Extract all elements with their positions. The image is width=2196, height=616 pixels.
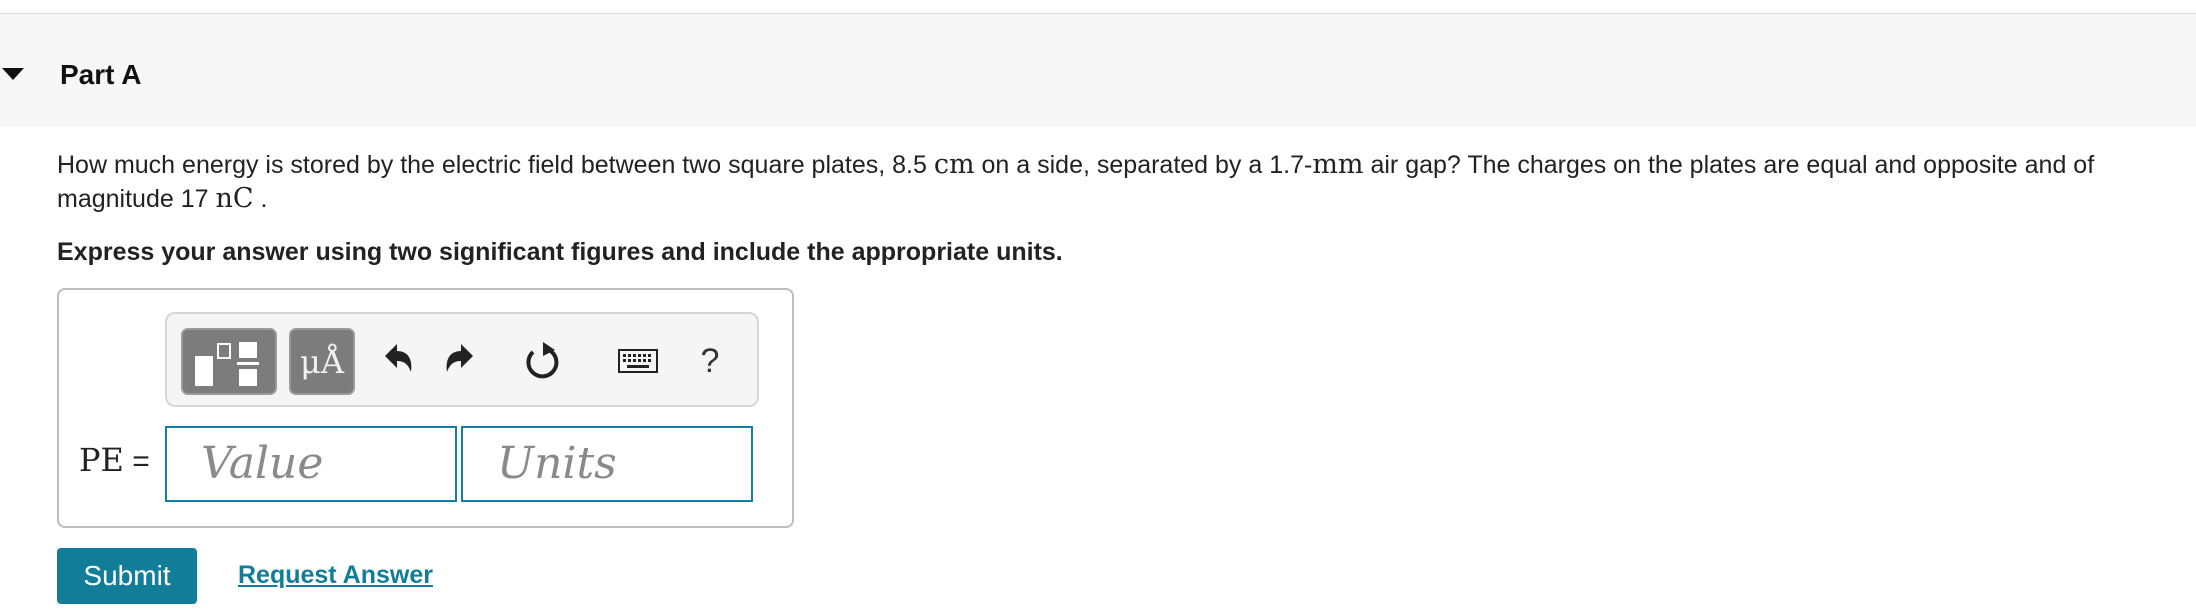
caret-down-icon[interactable] [2, 68, 24, 80]
request-answer-link[interactable]: Request Answer [238, 558, 433, 592]
answer-variable: PE [79, 441, 124, 479]
question-text-4: . [253, 185, 268, 213]
templates-button[interactable] [181, 328, 277, 395]
redo-button[interactable] [437, 336, 483, 386]
math-toolbar: μÅ ? [165, 312, 759, 407]
unit-mm: mm [1312, 149, 1364, 180]
units-icon: μÅ [300, 343, 344, 381]
part-title: Part A [60, 59, 142, 90]
reset-button[interactable] [519, 336, 565, 386]
help-icon: ? [700, 342, 720, 380]
unit-nc: nC [215, 183, 254, 214]
answer-equals: = [123, 445, 150, 478]
answer-box: μÅ ? PE = Value Units [57, 288, 794, 528]
undo-button[interactable] [375, 336, 421, 386]
units-input[interactable]: Units [461, 426, 753, 502]
reset-icon [526, 342, 559, 379]
question-text-1: How much energy is stored by the electri… [57, 151, 934, 179]
part-header[interactable]: Part A [0, 14, 2196, 127]
undo-icon [385, 344, 412, 372]
submit-button[interactable]: Submit [57, 548, 197, 604]
answer-label: PE = [79, 440, 150, 482]
question-text: How much energy is stored by the electri… [57, 148, 2177, 216]
templates-icon [195, 342, 259, 386]
value-input[interactable]: Value [165, 426, 457, 502]
units-button[interactable]: μÅ [289, 328, 355, 395]
help-button[interactable]: ? [687, 336, 733, 386]
unit-cm: cm [933, 149, 975, 180]
keyboard-button[interactable] [615, 336, 661, 386]
instruction-text: Express your answer using two significan… [57, 238, 1063, 266]
keyboard-icon [618, 349, 658, 373]
redo-icon [446, 344, 473, 372]
question-text-2: on a side, separated by a 1.7- [974, 151, 1313, 179]
